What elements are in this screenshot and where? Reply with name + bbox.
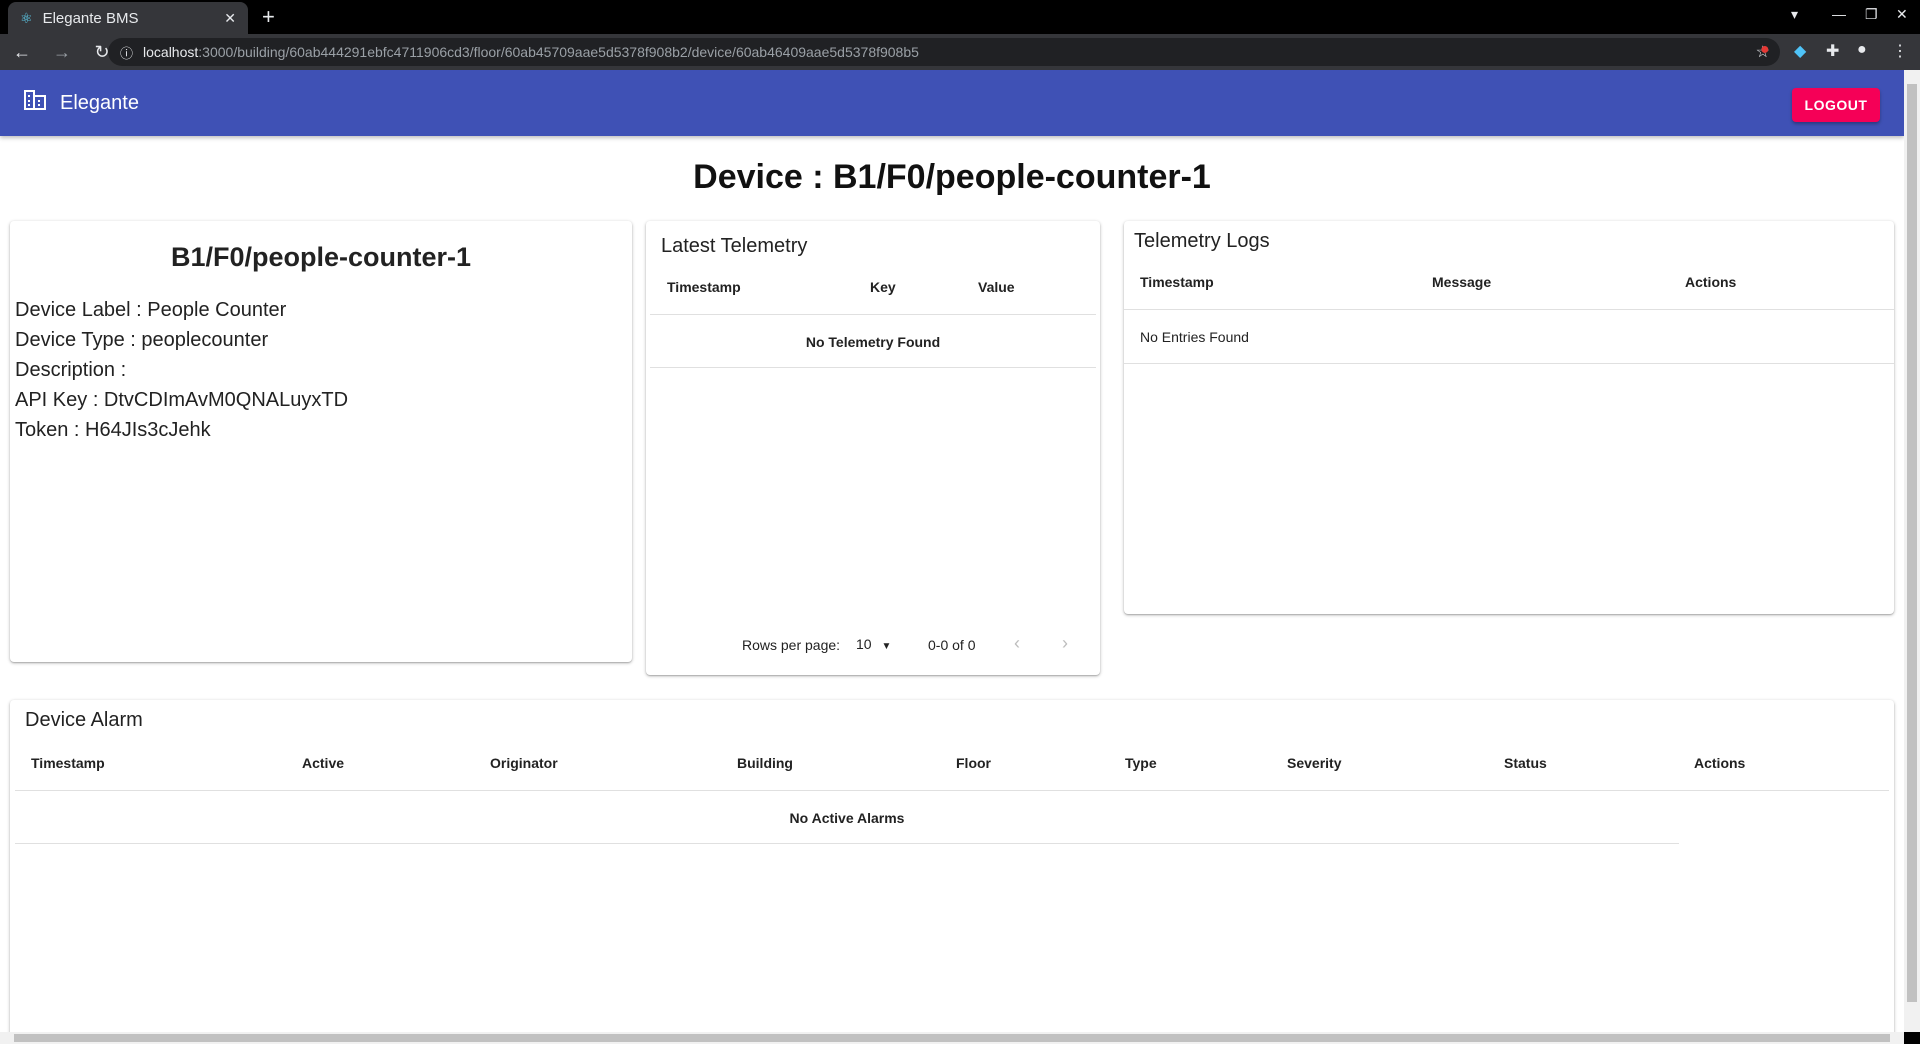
device-api-key: API Key : DtvCDImAvM0QNALuyxTD	[15, 389, 349, 411]
new-tab-icon[interactable]: +	[262, 4, 275, 30]
pagination-range: 0-0 of 0	[928, 637, 976, 653]
divider	[1124, 309, 1894, 310]
divider	[15, 790, 1889, 791]
device-alarm-card: Device Alarm Timestamp Active Originator…	[10, 700, 1894, 1032]
app-brand[interactable]: Elegante	[60, 92, 139, 115]
scrollbar-thumb[interactable]	[14, 1034, 1890, 1042]
empty-message: No Entries Found	[1140, 329, 1249, 345]
react-icon: ⚛	[20, 9, 33, 26]
next-page-icon[interactable]: ›	[1062, 633, 1068, 654]
extension-icon[interactable]: ●	[1760, 41, 1770, 59]
divider	[1124, 363, 1894, 364]
divider	[650, 314, 1096, 315]
column-header: Value	[978, 279, 1015, 295]
rows-per-page-select[interactable]: 10 ▼	[856, 636, 891, 652]
restore-icon[interactable]: ❐	[1865, 6, 1878, 23]
divider	[15, 843, 1679, 844]
app-bar: Elegante LOGOUT	[0, 70, 1904, 136]
telemetry-logs-card: Telemetry Logs Timestamp Message Actions…	[1124, 221, 1894, 614]
latest-telemetry-card: Latest Telemetry Timestamp Key Value No …	[646, 221, 1100, 675]
url-path: :3000/building/60ab444291ebfc4711906cd3/…	[198, 44, 919, 60]
tab-search-icon[interactable]: ▾	[1791, 6, 1798, 23]
dropdown-arrow-icon: ▼	[881, 641, 892, 652]
browser-tab[interactable]: ⚛ Elegante BMS ✕	[8, 2, 248, 34]
back-icon[interactable]: ←	[9, 42, 35, 63]
column-header: Type	[1125, 755, 1157, 771]
column-header: Key	[870, 279, 896, 295]
scrollbar-thumb[interactable]	[1907, 84, 1917, 1002]
device-label: Device Label : People Counter	[15, 299, 287, 321]
column-header: Building	[737, 755, 793, 771]
extensions-puzzle-icon[interactable]: ✚	[1826, 41, 1839, 61]
rows-per-page-label: Rows per page:	[742, 637, 841, 653]
empty-message: No Active Alarms	[789, 810, 905, 826]
vertical-scrollbar[interactable]	[1904, 70, 1920, 1032]
extension-icon[interactable]: ◆	[1794, 41, 1806, 61]
address-bar[interactable]: ⓘ localhost :3000/building/60ab444291ebf…	[108, 38, 1780, 66]
minimize-icon[interactable]: —	[1832, 6, 1846, 22]
device-name: B1/F0/people-counter-1	[170, 242, 472, 272]
browser-tabbar: ⚛ Elegante BMS ✕ + ▾ — ❐ ✕	[0, 0, 1920, 34]
close-window-icon[interactable]: ✕	[1896, 6, 1908, 23]
card-title: Telemetry Logs	[1134, 230, 1270, 252]
profile-avatar[interactable]: ●	[1857, 41, 1867, 59]
card-title: Device Alarm	[25, 709, 143, 731]
page: Elegante LOGOUT Device : B1/F0/people-co…	[0, 70, 1904, 1032]
column-header: Status	[1504, 755, 1547, 771]
close-tab-icon[interactable]: ✕	[224, 10, 236, 27]
divider	[650, 367, 1096, 368]
empty-message: No Telemetry Found	[805, 334, 941, 350]
column-header: Timestamp	[667, 279, 741, 295]
device-description: Description :	[15, 359, 127, 381]
device-info-card: B1/F0/people-counter-1 Device Label : Pe…	[10, 221, 632, 662]
browser-menu-icon[interactable]: ⋮	[1892, 41, 1908, 61]
browser-toolbar: ← → ↻ ⓘ localhost :3000/building/60ab444…	[0, 34, 1920, 70]
column-header: Actions	[1694, 755, 1746, 771]
column-header: Message	[1432, 274, 1492, 290]
logout-button[interactable]: LOGOUT	[1792, 88, 1880, 122]
column-header: Timestamp	[31, 755, 105, 771]
forward-icon[interactable]: →	[49, 42, 75, 63]
rows-per-page-value: 10	[856, 636, 872, 652]
device-token: Token : H64JIs3cJehk	[15, 419, 211, 441]
column-header: Active	[302, 755, 345, 771]
column-header: Severity	[1287, 755, 1342, 771]
card-title: Latest Telemetry	[661, 235, 808, 257]
site-info-icon[interactable]: ⓘ	[120, 43, 133, 62]
device-type: Device Type : peoplecounter	[15, 329, 269, 351]
horizontal-scrollbar[interactable]	[0, 1032, 1904, 1044]
column-header: Actions	[1685, 274, 1737, 290]
page-title: Device : B1/F0/people-counter-1	[693, 158, 1211, 196]
tab-title: Elegante BMS	[42, 9, 139, 27]
column-header: Floor	[956, 755, 991, 771]
url-host: localhost	[143, 44, 199, 60]
column-header: Originator	[490, 755, 558, 771]
column-header: Timestamp	[1140, 274, 1214, 290]
device-details: Device Label : People Counter Device Typ…	[10, 295, 632, 445]
previous-page-icon[interactable]: ‹	[1014, 633, 1020, 654]
building-icon	[24, 90, 48, 116]
